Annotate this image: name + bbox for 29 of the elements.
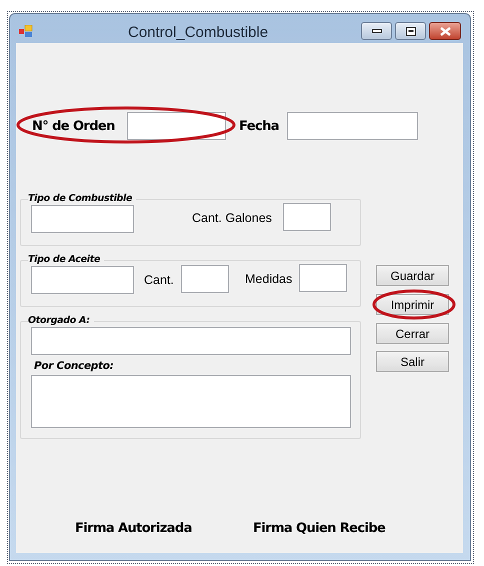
input-field[interactable] <box>31 327 351 355</box>
signature-label: Firma Autorizada <box>75 520 192 538</box>
field-label: Cant. <box>144 272 174 289</box>
minimize-icon <box>372 29 382 33</box>
field-label: Medidas <box>245 271 292 288</box>
minimize-button[interactable] <box>361 22 392 40</box>
input-field[interactable] <box>283 203 331 231</box>
maximize-icon <box>406 26 416 36</box>
input-field[interactable] <box>299 264 347 292</box>
action-button[interactable]: Imprimir <box>376 294 449 315</box>
input-field[interactable] <box>31 266 134 294</box>
close-icon <box>440 26 450 36</box>
field-label: N° de Orden <box>32 118 115 136</box>
text-area[interactable] <box>31 375 351 428</box>
input-field[interactable] <box>181 265 229 293</box>
input-field[interactable] <box>127 112 226 140</box>
action-button[interactable]: Salir <box>376 351 449 372</box>
field-label: Cant. Galones <box>192 210 272 227</box>
field-label: Por Concepto: <box>34 359 114 374</box>
close-button[interactable] <box>429 22 461 40</box>
window-title: Control_Combustible <box>128 23 268 43</box>
action-button[interactable]: Guardar <box>376 265 449 286</box>
input-field[interactable] <box>31 205 134 233</box>
app-icon <box>19 25 33 38</box>
action-button[interactable]: Cerrar <box>376 323 449 344</box>
field-label: Fecha <box>239 118 279 136</box>
input-field[interactable] <box>287 112 418 140</box>
signature-label: Firma Quien Recibe <box>253 520 386 538</box>
maximize-button[interactable] <box>395 22 426 40</box>
